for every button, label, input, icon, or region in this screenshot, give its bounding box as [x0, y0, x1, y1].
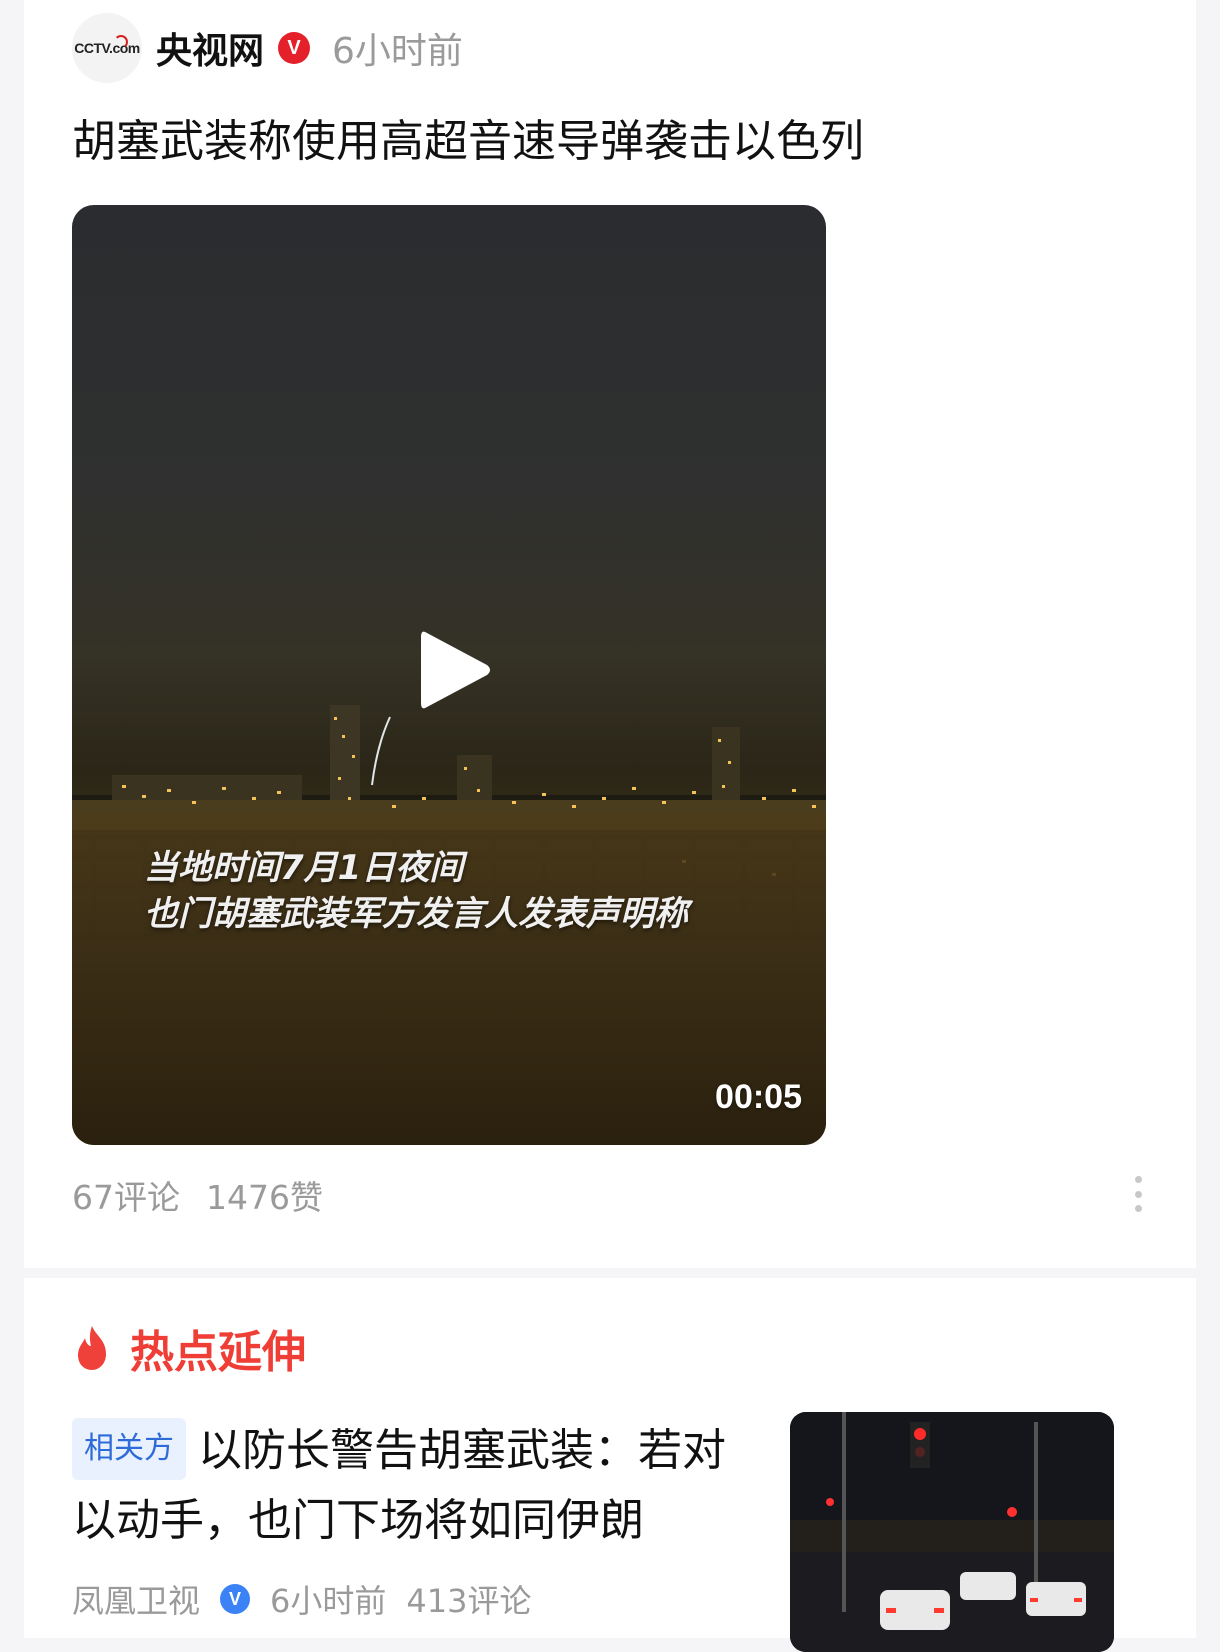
news-post-card[interactable]: CCTV.com 央视网 V 6小时前 胡塞武装称使用高超音速导弹袭击以色列 当…: [24, 0, 1196, 1268]
hot-section-header: 热点延伸: [72, 1316, 306, 1380]
related-article-title[interactable]: 相关方 以防长警告胡塞武装：若对以动手，也门下场将如同伊朗: [72, 1416, 762, 1556]
video-subtitle: 当地时间7月1日夜间 也门胡塞武装军方发言人发表声明称: [144, 845, 784, 937]
hot-section-title: 热点延伸: [130, 1327, 306, 1378]
source-avatar[interactable]: CCTV.com: [72, 13, 142, 83]
traffic-night-image: [790, 1412, 1114, 1652]
more-options-icon[interactable]: [1128, 1170, 1148, 1218]
source-name[interactable]: 央视网: [156, 22, 264, 74]
related-time: 6小时前: [270, 1582, 387, 1620]
post-stats: 67评论 1476赞: [72, 1173, 323, 1217]
video-duration: 00:05: [715, 1078, 802, 1116]
video-player[interactable]: 当地时间7月1日夜间 也门胡塞武装军方发言人发表声明称 00:05: [72, 205, 826, 1145]
post-header: CCTV.com 央视网 V 6小时前: [72, 12, 463, 84]
post-time: 6小时前: [332, 31, 463, 72]
subtitle-line-1: 当地时间7月1日夜间: [144, 848, 464, 888]
related-comments: 413评论: [406, 1582, 532, 1620]
logo-swirl-icon: [114, 35, 128, 49]
related-meta: 凤凰卫视 V 6小时前 413评论: [72, 1576, 531, 1622]
verified-icon: V: [278, 32, 311, 64]
related-thumbnail[interactable]: [790, 1412, 1114, 1652]
related-source[interactable]: 凤凰卫视: [72, 1576, 200, 1622]
verified-icon: V: [220, 1584, 251, 1614]
cctv-logo: CCTV.com: [74, 40, 140, 56]
subtitle-line-2: 也门胡塞武装军方发言人发表声明称: [144, 894, 688, 934]
related-tag: 相关方: [72, 1418, 186, 1480]
like-count[interactable]: 1476赞: [206, 1171, 323, 1219]
comment-count[interactable]: 67评论: [72, 1171, 180, 1219]
post-title[interactable]: 胡塞武装称使用高超音速导弹袭击以色列: [72, 112, 1152, 172]
flame-icon: [78, 1326, 106, 1370]
play-icon[interactable]: [417, 625, 493, 715]
hot-extension-card: 热点延伸 相关方 以防长警告胡塞武装：若对以动手，也门下场将如同伊朗 凤凰卫视 V…: [24, 1278, 1196, 1652]
